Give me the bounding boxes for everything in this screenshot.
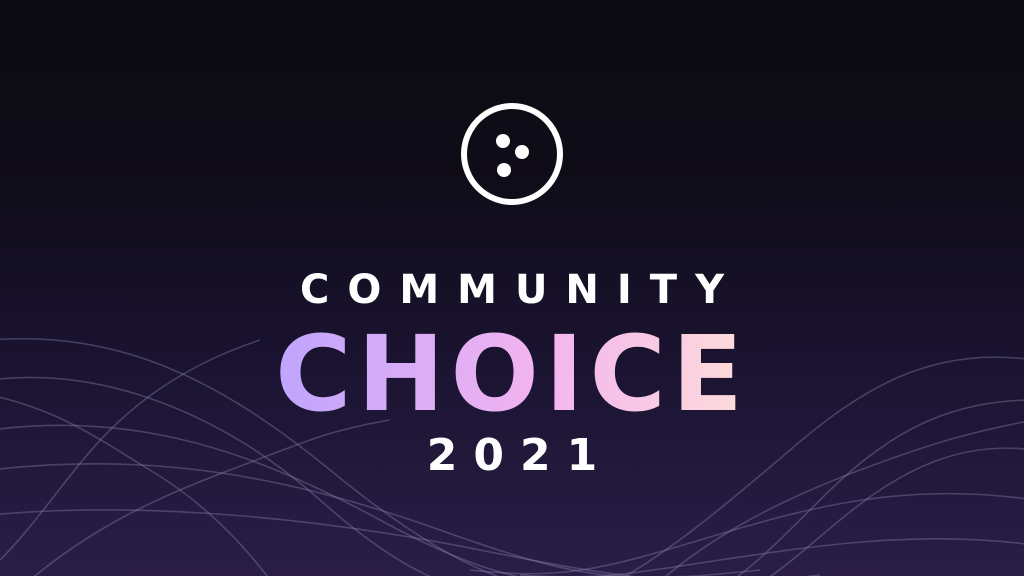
choice-word: CHOICE (275, 318, 749, 428)
community-choice-banner: COMMUNITY CHOICE 2021 (0, 0, 1024, 576)
choice-gradient-text: CHOICE (275, 318, 749, 428)
title-year: 2021 (426, 430, 614, 481)
three-dot-circle-icon (461, 103, 563, 205)
title-community: COMMUNITY (299, 267, 743, 313)
title-choice: CHOICE (0, 318, 1024, 428)
